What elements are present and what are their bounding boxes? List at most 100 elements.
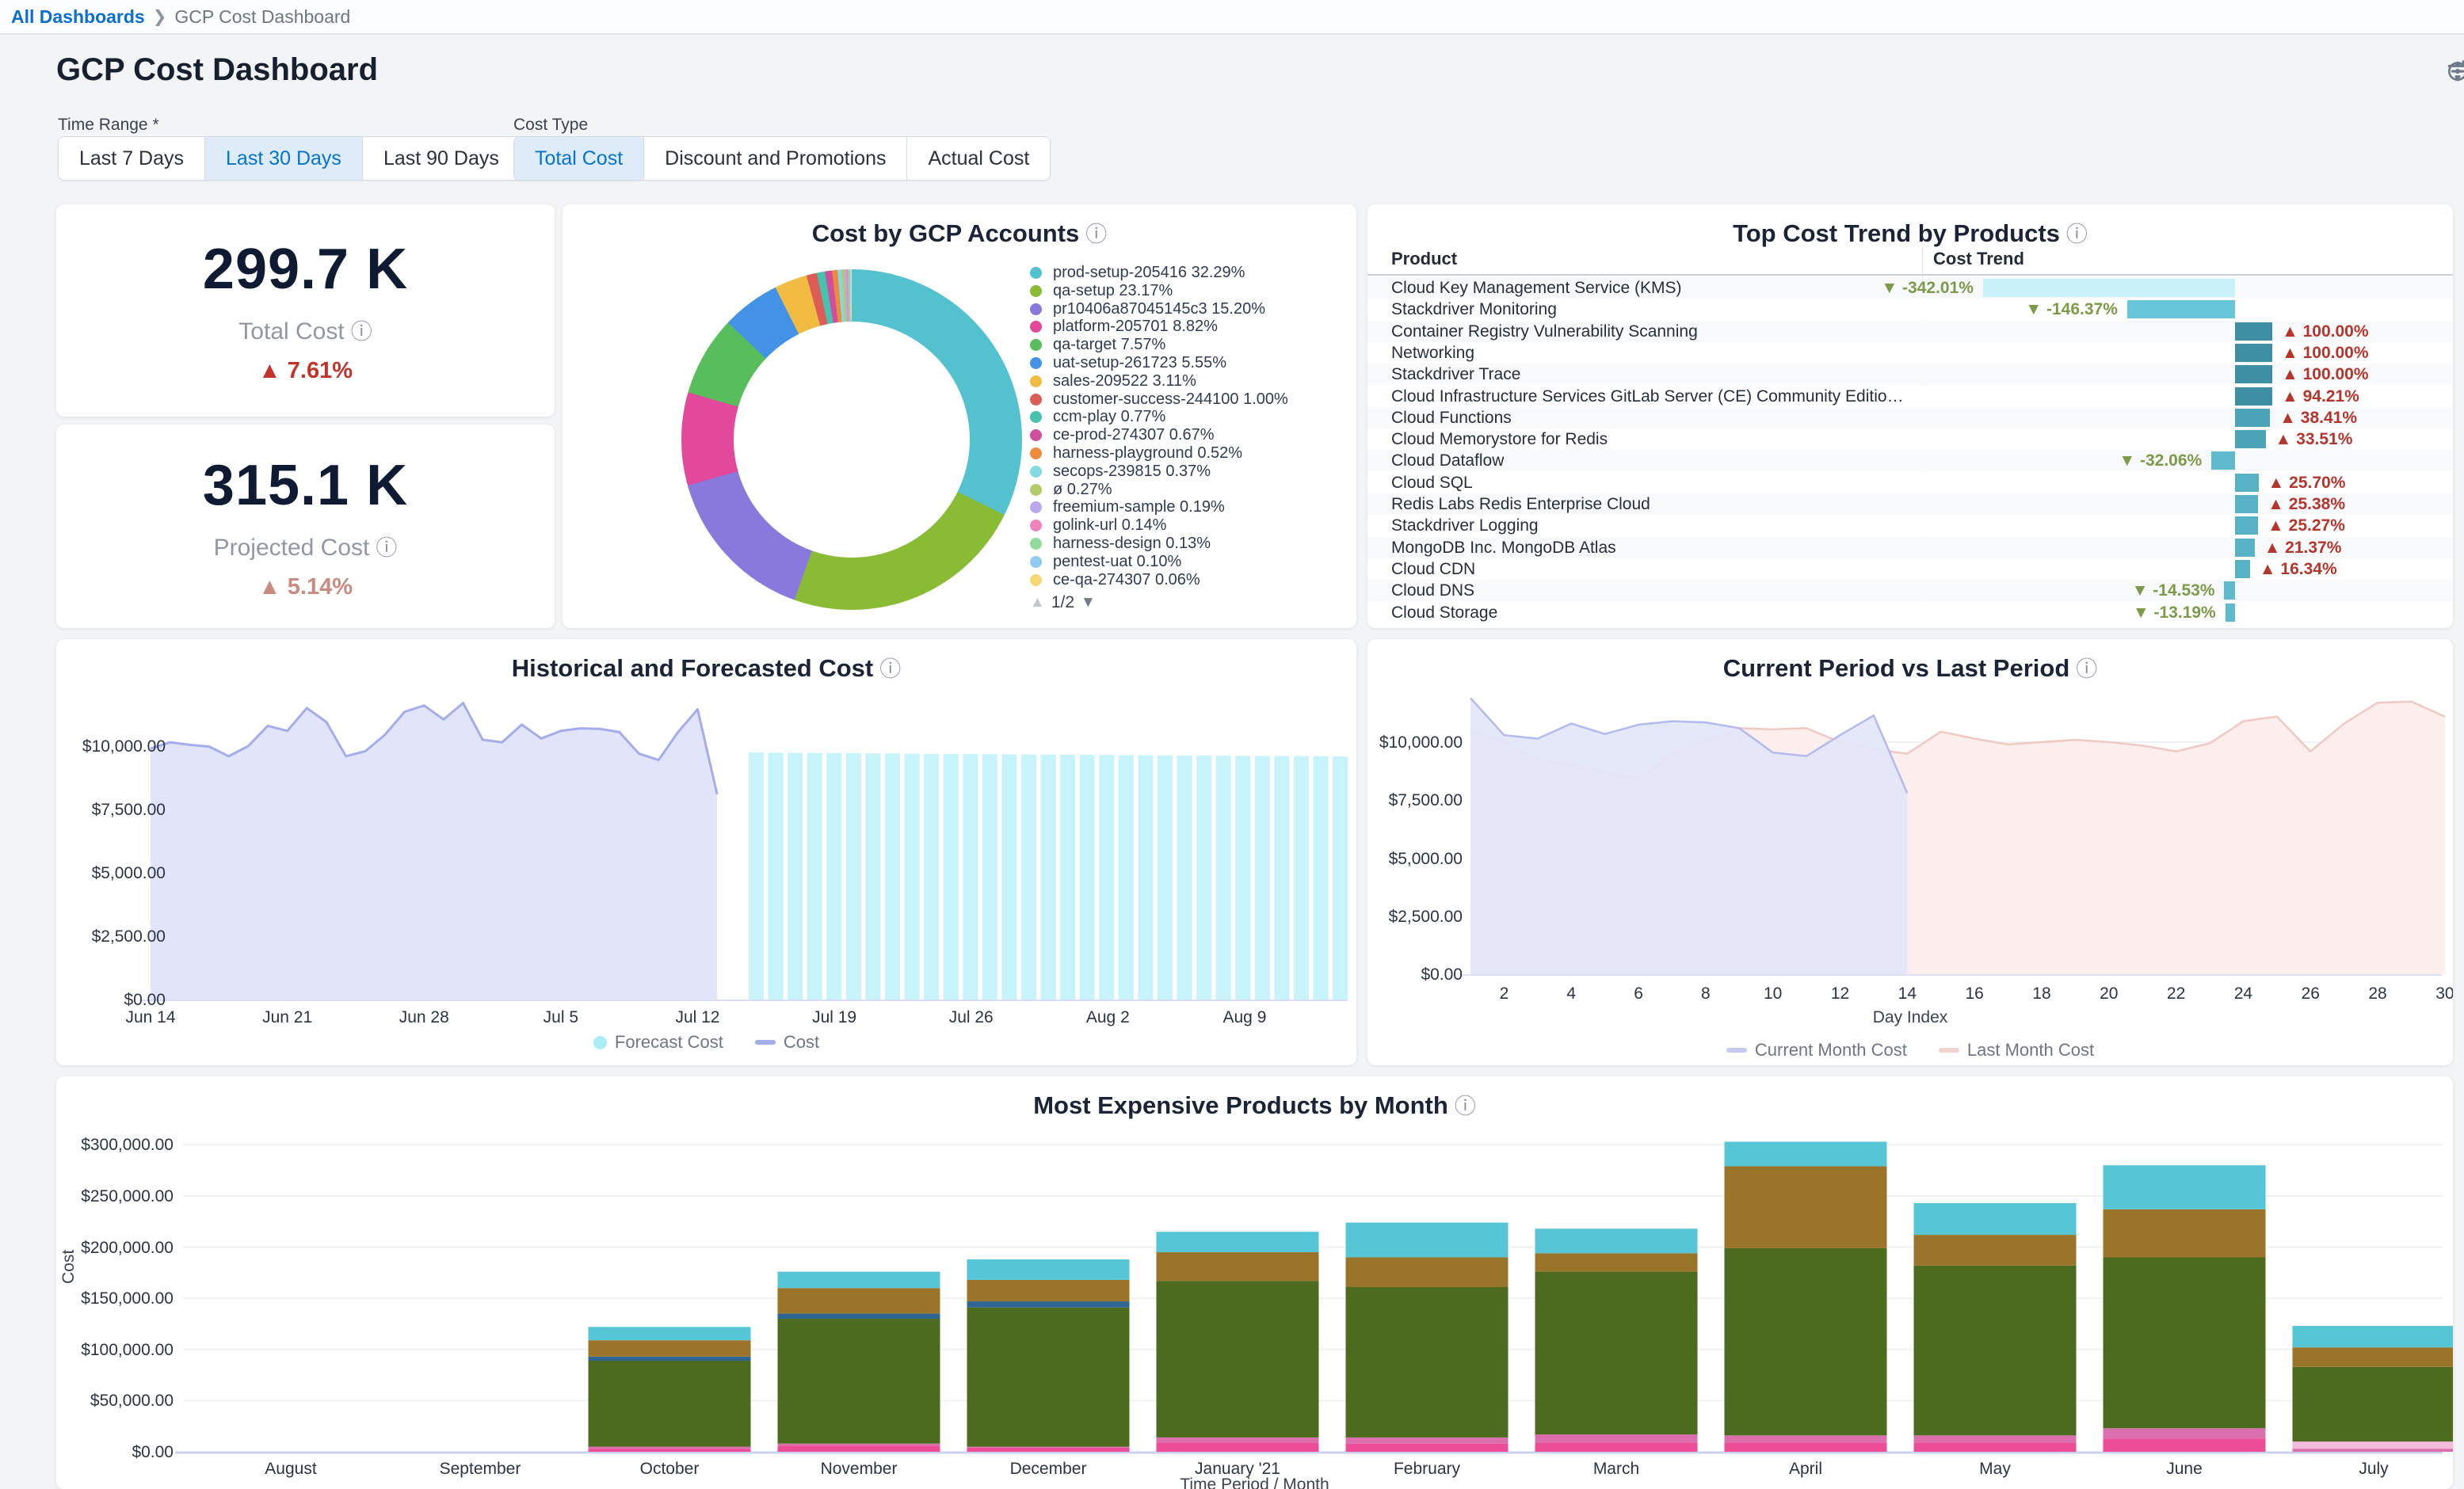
table-row[interactable]: Stackdriver Logging▲ 25.27% [1367, 515, 2453, 536]
cost-type-option-total-cost[interactable]: Total Cost [514, 137, 643, 180]
table-row[interactable]: Cloud Infrastructure Services GitLab Ser… [1367, 386, 2453, 407]
stacked-bar-segment [1157, 1232, 1319, 1252]
time-range-option-last-90-days[interactable]: Last 90 Days [362, 137, 520, 180]
product-name: Container Registry Vulnerability Scannin… [1391, 322, 1698, 341]
legend-item[interactable]: qa-setup 23.17% [1030, 283, 1348, 300]
legend-item[interactable]: customer-success-244100 1.00% [1030, 391, 1348, 409]
product-name: Redis Labs Redis Enterprise Cloud [1391, 495, 1650, 514]
cost-type-group: Total CostDiscount and PromotionsActual … [513, 136, 1051, 181]
stacked-bar-segment [1725, 1167, 1887, 1248]
table-row[interactable]: Redis Labs Redis Enterprise Cloud ▲ 25.38… [1367, 493, 2453, 515]
table-row[interactable]: Stackdriver Monitoring▼ -146.37% [1367, 299, 2453, 320]
stacked-bar-segment [778, 1314, 940, 1319]
table-row[interactable]: Stackdriver Trace▲ 100.00% [1367, 364, 2453, 385]
stacked-bar-segment [2104, 1428, 2266, 1438]
cost-trend-bar [2226, 604, 2235, 622]
cost-trend-bar [1983, 279, 2235, 297]
table-row[interactable]: Cloud DNS▼ -14.53% [1367, 580, 2453, 601]
product-name: Stackdriver Logging [1391, 516, 1539, 535]
legend-item[interactable]: harness-design 0.13% [1030, 535, 1348, 553]
stacked-bar-segment [1157, 1281, 1319, 1438]
legend-item[interactable]: sales-209522 3.11% [1030, 373, 1348, 390]
historical-chart-legend: Forecast Cost Cost [56, 1032, 1356, 1053]
legend-label: freemium-sample 0.19% [1053, 499, 1225, 516]
legend-item[interactable]: ce-qa-274307 0.06% [1030, 572, 1348, 589]
stacked-bar-segment [1914, 1203, 2077, 1235]
stacked-bar-segment [2104, 1438, 2266, 1452]
legend-label: Forecast Cost [615, 1032, 723, 1053]
table-row[interactable]: Container Registry Vulnerability Scannin… [1367, 321, 2453, 342]
legend-item[interactable]: uat-setup-261723 5.55% [1030, 355, 1348, 372]
page-title: GCP Cost Dashboard [56, 52, 378, 88]
legend-item[interactable]: ccm-play 0.77% [1030, 409, 1348, 426]
product-name: Networking [1391, 344, 1474, 363]
table-row[interactable]: Cloud Dataflow▼ -32.06% [1367, 450, 2453, 471]
trend-table-title: Top Cost Trend by Productsⓘ [1367, 217, 2453, 248]
legend-item[interactable]: Cost [755, 1032, 819, 1053]
projected-cost-delta: ▲ 5.14% [258, 574, 353, 600]
legend-item[interactable]: secops-239815 0.37% [1030, 463, 1348, 481]
cost-type-option-discount-and-promotions[interactable]: Discount and Promotions [643, 137, 906, 180]
legend-dot [1030, 357, 1042, 369]
stacked-bar-segment [1535, 1253, 1698, 1271]
table-row[interactable]: Networking ▲ 100.00% [1367, 342, 2453, 364]
legend-dot [1030, 520, 1042, 531]
legend-item[interactable]: golink-url 0.14% [1030, 517, 1348, 535]
legend-item[interactable]: Last Month Cost [1939, 1040, 2094, 1061]
kebab-menu-icon[interactable] [2445, 59, 2464, 84]
legend-item[interactable]: platform-205701 8.82% [1030, 318, 1348, 336]
info-icon[interactable]: ⓘ [376, 536, 397, 560]
legend-label: Last Month Cost [1967, 1040, 2094, 1061]
legend-item[interactable]: freemium-sample 0.19% [1030, 499, 1348, 516]
stacked-bar-segment [1346, 1444, 1509, 1452]
cost-trend-value: ▲ 25.38% [2268, 495, 2345, 514]
table-row[interactable]: Cloud Functions▲ 38.41% [1367, 407, 2453, 428]
stacked-bar-segment [2293, 1326, 2454, 1347]
stacked-bar-segment [1914, 1266, 2077, 1435]
stacked-bar-segment [1157, 1438, 1319, 1442]
product-name: Cloud Infrastructure Services GitLab Ser… [1391, 387, 1906, 406]
legend-item[interactable]: Forecast Cost [593, 1032, 723, 1053]
stacked-bar-segment [778, 1272, 940, 1289]
table-row[interactable]: Cloud SQL▲ 25.70% [1367, 472, 2453, 493]
breadcrumb-all-dashboards-link[interactable]: All Dashboards [11, 6, 145, 28]
legend-item[interactable]: prod-setup-205416 32.29% [1030, 265, 1348, 282]
legend-item[interactable]: ø 0.27% [1030, 482, 1348, 499]
x-axis-tick: Aug 9 [1197, 1008, 1292, 1027]
legend-dot [1030, 574, 1042, 586]
legend-item[interactable]: Current Month Cost [1726, 1040, 1907, 1061]
legend-dot [1030, 484, 1042, 496]
cost-type-option-actual-cost[interactable]: Actual Cost [906, 137, 1050, 180]
cost-trend-value: ▲ 38.41% [2279, 409, 2357, 428]
legend-label: secops-239815 0.37% [1053, 463, 1211, 481]
info-icon[interactable]: ⓘ [2066, 223, 2088, 246]
legend-dot [1030, 339, 1042, 351]
legend-swatch [755, 1040, 776, 1045]
legend-item[interactable]: qa-target 7.57% [1030, 337, 1348, 354]
table-row[interactable]: Cloud Storage▼ -13.19% [1367, 602, 2453, 623]
y-axis-tick: $200,000.00 [63, 1239, 174, 1258]
legend-label: ce-qa-274307 0.06% [1053, 572, 1200, 589]
table-row[interactable]: MongoDB Inc. MongoDB Atlas▲ 21.37% [1367, 537, 2453, 558]
cost-trend-value: ▲ 94.21% [2282, 387, 2359, 406]
legend-label: sales-209522 3.11% [1053, 373, 1196, 390]
legend-item[interactable]: harness-playground 0.52% [1030, 445, 1348, 463]
legend-item[interactable]: pentest-uat 0.10% [1030, 554, 1348, 571]
legend-item[interactable]: pr10406a87045145c3 15.20% [1030, 301, 1348, 318]
legend-page-down-icon[interactable]: ▼ [1081, 594, 1096, 611]
x-axis-tick: Jun 14 [103, 1008, 198, 1027]
time-range-option-last-7-days[interactable]: Last 7 Days [59, 137, 204, 180]
table-row[interactable]: Cloud Memorystore for Redis▲ 33.51% [1367, 428, 2453, 450]
cost-trend-value: ▲ 100.00% [2282, 344, 2369, 363]
legend-dot [1030, 501, 1042, 513]
table-row[interactable]: Cloud Key Management Service (KMS)▼ -342… [1367, 277, 2453, 299]
stacked-bar-segment [589, 1447, 751, 1449]
info-icon[interactable]: ⓘ [351, 320, 372, 344]
info-icon[interactable]: ⓘ [1085, 223, 1107, 246]
table-row[interactable]: Cloud CDN▲ 16.34% [1367, 558, 2453, 580]
time-range-option-last-30-days[interactable]: Last 30 Days [204, 137, 362, 180]
legend-item[interactable]: ce-prod-274307 0.67% [1030, 427, 1348, 444]
legend-page-up-icon[interactable]: ▲ [1030, 594, 1045, 611]
y-axis-tick: $2,500.00 [63, 927, 166, 946]
cost-trend-value: ▲ 25.70% [2268, 474, 2346, 493]
